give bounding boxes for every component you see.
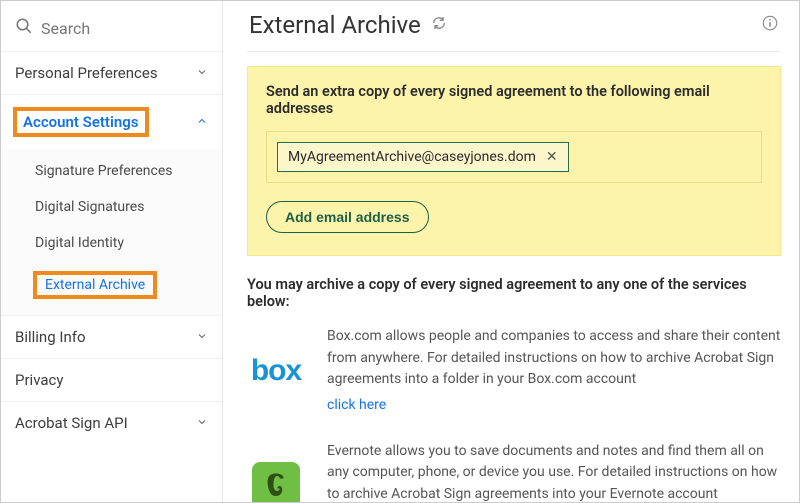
add-email-button[interactable]: Add email address [266,201,429,233]
service-desc-text: Evernote allows you to save documents an… [327,443,777,502]
services-intro: You may archive a copy of every signed a… [247,276,781,310]
service-row-evernote: Evernote allows you to save documents an… [247,441,781,502]
sidebar-item-label: Privacy [15,371,63,389]
sidebar-subnav-account: Signature Preferences Digital Signatures… [1,149,222,315]
highlight-marker: External Archive [33,271,157,299]
chevron-up-icon [196,113,208,131]
close-icon[interactable]: ✕ [546,150,558,164]
email-archive-panel: Send an extra copy of every signed agree… [247,66,781,256]
page-title: External Archive [249,11,421,39]
page-header: External Archive [247,7,781,52]
sidebar: Search Personal Preferences Account Sett… [1,1,223,502]
sidebar-item-label: Billing Info [15,328,86,346]
sidebar-item-label: Acrobat Sign API [15,414,128,432]
chevron-down-icon [196,414,208,432]
sidebar-subitem-digital-signatures[interactable]: Digital Signatures [1,189,222,225]
sidebar-item-label: External Archive [45,277,145,293]
sidebar-item-label: Signature Preferences [35,163,172,179]
search-icon [15,17,33,39]
sidebar-subitem-signature-preferences[interactable]: Signature Preferences [1,153,222,189]
email-chip: MyAgreementArchive@caseyjones.dom ✕ [277,142,569,172]
info-icon[interactable] [761,14,779,36]
sidebar-subitem-digital-identity[interactable]: Digital Identity [1,225,222,261]
service-description: Box.com allows people and companies to a… [327,326,781,417]
sidebar-subitem-external-archive[interactable]: External Archive [1,261,222,309]
email-chip-text: MyAgreementArchive@caseyjones.dom [288,149,536,165]
sidebar-item-personal-preferences[interactable]: Personal Preferences [1,51,222,94]
highlight-marker: Account Settings [13,107,149,137]
refresh-icon[interactable] [431,15,447,35]
chevron-down-icon [196,64,208,82]
panel-instruction: Send an extra copy of every signed agree… [266,83,762,117]
app-window: Search Personal Preferences Account Sett… [0,0,800,503]
sidebar-item-label: Personal Preferences [15,64,158,82]
sidebar-item-billing-info[interactable]: Billing Info [1,315,222,358]
sidebar-item-label: Account Settings [23,113,139,131]
service-row-box: box Box.com allows people and companies … [247,326,781,417]
sidebar-item-label: Digital Signatures [35,199,144,215]
service-desc-text: Box.com allows people and companies to a… [327,328,780,387]
service-description: Evernote allows you to save documents an… [327,441,781,502]
email-address-field[interactable]: MyAgreementArchive@caseyjones.dom ✕ [266,131,762,183]
main-content: External Archive Send an extra copy of e… [223,1,799,502]
service-link-box[interactable]: click here [327,395,781,417]
sidebar-item-account-settings[interactable]: Account Settings [1,94,222,149]
box-logo: box [247,326,305,417]
evernote-logo [247,441,305,502]
search-placeholder: Search [41,19,90,38]
sidebar-item-acrobat-sign-api[interactable]: Acrobat Sign API [1,401,222,444]
search-input[interactable]: Search [1,7,222,51]
chevron-down-icon [196,328,208,346]
sidebar-item-privacy[interactable]: Privacy [1,358,222,401]
sidebar-item-label: Digital Identity [35,235,124,251]
